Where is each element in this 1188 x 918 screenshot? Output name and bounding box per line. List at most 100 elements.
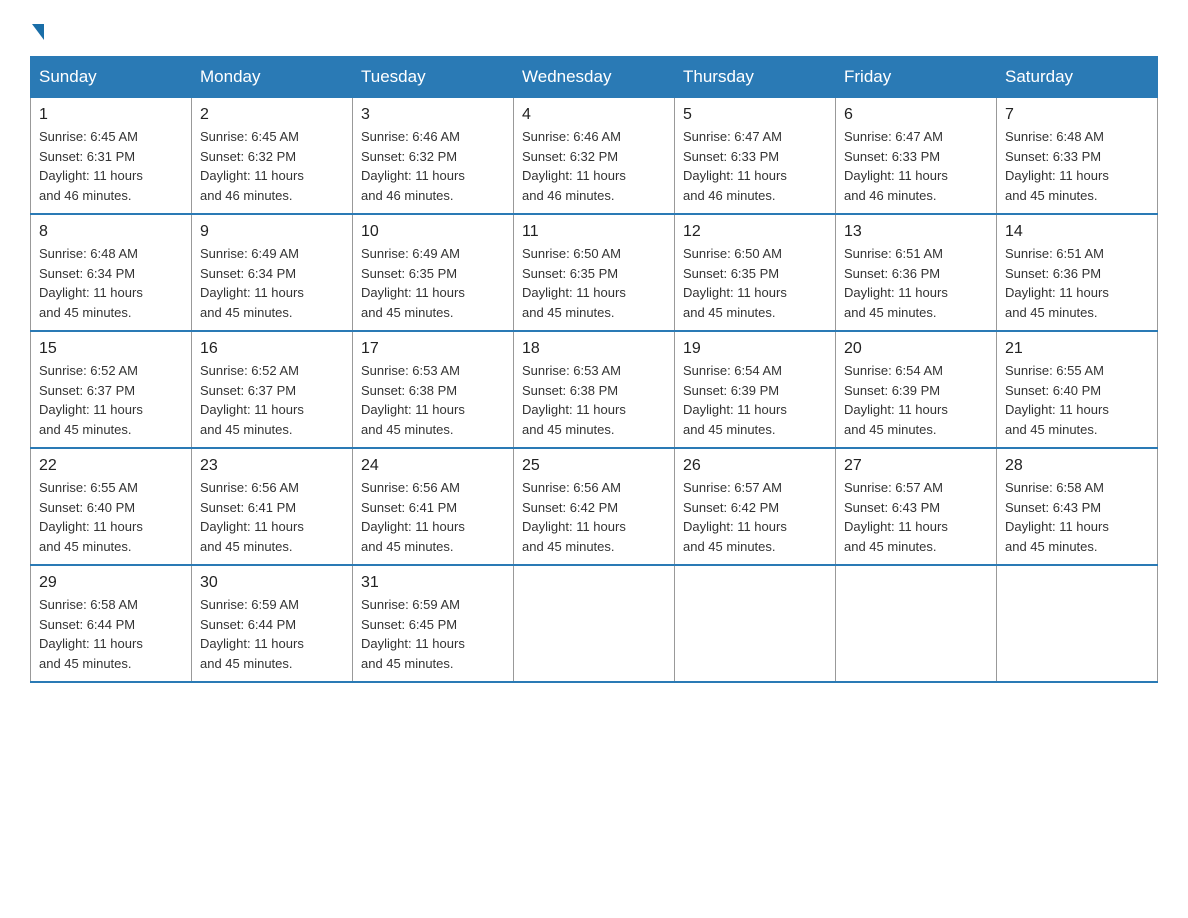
day-info: Sunrise: 6:57 AM Sunset: 6:43 PM Dayligh… bbox=[844, 478, 988, 556]
day-number: 23 bbox=[200, 457, 344, 475]
day-number: 27 bbox=[844, 457, 988, 475]
calendar-cell: 14 Sunrise: 6:51 AM Sunset: 6:36 PM Dayl… bbox=[997, 214, 1158, 331]
day-info: Sunrise: 6:48 AM Sunset: 6:34 PM Dayligh… bbox=[39, 244, 183, 322]
calendar-cell: 1 Sunrise: 6:45 AM Sunset: 6:31 PM Dayli… bbox=[31, 98, 192, 215]
header-tuesday: Tuesday bbox=[353, 57, 514, 98]
calendar-cell: 3 Sunrise: 6:46 AM Sunset: 6:32 PM Dayli… bbox=[353, 98, 514, 215]
calendar-cell: 8 Sunrise: 6:48 AM Sunset: 6:34 PM Dayli… bbox=[31, 214, 192, 331]
calendar-cell: 19 Sunrise: 6:54 AM Sunset: 6:39 PM Dayl… bbox=[675, 331, 836, 448]
calendar-cell: 20 Sunrise: 6:54 AM Sunset: 6:39 PM Dayl… bbox=[836, 331, 997, 448]
calendar-cell: 28 Sunrise: 6:58 AM Sunset: 6:43 PM Dayl… bbox=[997, 448, 1158, 565]
calendar-cell bbox=[836, 565, 997, 682]
day-info: Sunrise: 6:54 AM Sunset: 6:39 PM Dayligh… bbox=[683, 361, 827, 439]
calendar-cell: 30 Sunrise: 6:59 AM Sunset: 6:44 PM Dayl… bbox=[192, 565, 353, 682]
calendar-cell: 13 Sunrise: 6:51 AM Sunset: 6:36 PM Dayl… bbox=[836, 214, 997, 331]
day-info: Sunrise: 6:45 AM Sunset: 6:31 PM Dayligh… bbox=[39, 127, 183, 205]
calendar-cell bbox=[514, 565, 675, 682]
day-info: Sunrise: 6:49 AM Sunset: 6:35 PM Dayligh… bbox=[361, 244, 505, 322]
day-info: Sunrise: 6:46 AM Sunset: 6:32 PM Dayligh… bbox=[522, 127, 666, 205]
day-info: Sunrise: 6:50 AM Sunset: 6:35 PM Dayligh… bbox=[683, 244, 827, 322]
calendar-cell: 27 Sunrise: 6:57 AM Sunset: 6:43 PM Dayl… bbox=[836, 448, 997, 565]
day-info: Sunrise: 6:45 AM Sunset: 6:32 PM Dayligh… bbox=[200, 127, 344, 205]
calendar-cell: 22 Sunrise: 6:55 AM Sunset: 6:40 PM Dayl… bbox=[31, 448, 192, 565]
day-info: Sunrise: 6:57 AM Sunset: 6:42 PM Dayligh… bbox=[683, 478, 827, 556]
day-number: 6 bbox=[844, 106, 988, 124]
day-info: Sunrise: 6:54 AM Sunset: 6:39 PM Dayligh… bbox=[844, 361, 988, 439]
day-number: 1 bbox=[39, 106, 183, 124]
day-info: Sunrise: 6:53 AM Sunset: 6:38 PM Dayligh… bbox=[522, 361, 666, 439]
calendar-cell: 23 Sunrise: 6:56 AM Sunset: 6:41 PM Dayl… bbox=[192, 448, 353, 565]
calendar-cell: 18 Sunrise: 6:53 AM Sunset: 6:38 PM Dayl… bbox=[514, 331, 675, 448]
calendar-cell: 6 Sunrise: 6:47 AM Sunset: 6:33 PM Dayli… bbox=[836, 98, 997, 215]
calendar-cell: 9 Sunrise: 6:49 AM Sunset: 6:34 PM Dayli… bbox=[192, 214, 353, 331]
calendar-cell: 25 Sunrise: 6:56 AM Sunset: 6:42 PM Dayl… bbox=[514, 448, 675, 565]
day-info: Sunrise: 6:59 AM Sunset: 6:45 PM Dayligh… bbox=[361, 595, 505, 673]
day-number: 17 bbox=[361, 340, 505, 358]
day-info: Sunrise: 6:47 AM Sunset: 6:33 PM Dayligh… bbox=[683, 127, 827, 205]
day-number: 11 bbox=[522, 223, 666, 241]
calendar-cell: 12 Sunrise: 6:50 AM Sunset: 6:35 PM Dayl… bbox=[675, 214, 836, 331]
calendar-cell: 7 Sunrise: 6:48 AM Sunset: 6:33 PM Dayli… bbox=[997, 98, 1158, 215]
day-info: Sunrise: 6:47 AM Sunset: 6:33 PM Dayligh… bbox=[844, 127, 988, 205]
day-info: Sunrise: 6:59 AM Sunset: 6:44 PM Dayligh… bbox=[200, 595, 344, 673]
day-number: 24 bbox=[361, 457, 505, 475]
day-number: 19 bbox=[683, 340, 827, 358]
calendar-cell: 31 Sunrise: 6:59 AM Sunset: 6:45 PM Dayl… bbox=[353, 565, 514, 682]
calendar-cell: 24 Sunrise: 6:56 AM Sunset: 6:41 PM Dayl… bbox=[353, 448, 514, 565]
day-number: 20 bbox=[844, 340, 988, 358]
day-number: 18 bbox=[522, 340, 666, 358]
logo-arrow-icon bbox=[32, 24, 44, 40]
day-info: Sunrise: 6:51 AM Sunset: 6:36 PM Dayligh… bbox=[844, 244, 988, 322]
calendar-cell: 16 Sunrise: 6:52 AM Sunset: 6:37 PM Dayl… bbox=[192, 331, 353, 448]
day-info: Sunrise: 6:51 AM Sunset: 6:36 PM Dayligh… bbox=[1005, 244, 1149, 322]
day-info: Sunrise: 6:56 AM Sunset: 6:41 PM Dayligh… bbox=[361, 478, 505, 556]
calendar-cell: 26 Sunrise: 6:57 AM Sunset: 6:42 PM Dayl… bbox=[675, 448, 836, 565]
day-info: Sunrise: 6:55 AM Sunset: 6:40 PM Dayligh… bbox=[39, 478, 183, 556]
day-number: 22 bbox=[39, 457, 183, 475]
calendar-week-row: 29 Sunrise: 6:58 AM Sunset: 6:44 PM Dayl… bbox=[31, 565, 1158, 682]
day-number: 10 bbox=[361, 223, 505, 241]
day-number: 7 bbox=[1005, 106, 1149, 124]
calendar-cell: 4 Sunrise: 6:46 AM Sunset: 6:32 PM Dayli… bbox=[514, 98, 675, 215]
header-friday: Friday bbox=[836, 57, 997, 98]
calendar-cell: 29 Sunrise: 6:58 AM Sunset: 6:44 PM Dayl… bbox=[31, 565, 192, 682]
calendar-week-row: 22 Sunrise: 6:55 AM Sunset: 6:40 PM Dayl… bbox=[31, 448, 1158, 565]
day-number: 16 bbox=[200, 340, 344, 358]
day-number: 2 bbox=[200, 106, 344, 124]
calendar-cell: 15 Sunrise: 6:52 AM Sunset: 6:37 PM Dayl… bbox=[31, 331, 192, 448]
day-number: 5 bbox=[683, 106, 827, 124]
calendar-cell: 2 Sunrise: 6:45 AM Sunset: 6:32 PM Dayli… bbox=[192, 98, 353, 215]
day-number: 9 bbox=[200, 223, 344, 241]
day-number: 25 bbox=[522, 457, 666, 475]
calendar-cell: 17 Sunrise: 6:53 AM Sunset: 6:38 PM Dayl… bbox=[353, 331, 514, 448]
day-number: 15 bbox=[39, 340, 183, 358]
day-info: Sunrise: 6:46 AM Sunset: 6:32 PM Dayligh… bbox=[361, 127, 505, 205]
header-monday: Monday bbox=[192, 57, 353, 98]
calendar-cell: 11 Sunrise: 6:50 AM Sunset: 6:35 PM Dayl… bbox=[514, 214, 675, 331]
day-number: 13 bbox=[844, 223, 988, 241]
day-info: Sunrise: 6:56 AM Sunset: 6:42 PM Dayligh… bbox=[522, 478, 666, 556]
day-number: 30 bbox=[200, 574, 344, 592]
day-info: Sunrise: 6:53 AM Sunset: 6:38 PM Dayligh… bbox=[361, 361, 505, 439]
day-info: Sunrise: 6:58 AM Sunset: 6:44 PM Dayligh… bbox=[39, 595, 183, 673]
day-number: 8 bbox=[39, 223, 183, 241]
day-info: Sunrise: 6:48 AM Sunset: 6:33 PM Dayligh… bbox=[1005, 127, 1149, 205]
day-number: 21 bbox=[1005, 340, 1149, 358]
day-number: 31 bbox=[361, 574, 505, 592]
calendar-week-row: 15 Sunrise: 6:52 AM Sunset: 6:37 PM Dayl… bbox=[31, 331, 1158, 448]
day-info: Sunrise: 6:52 AM Sunset: 6:37 PM Dayligh… bbox=[39, 361, 183, 439]
calendar-table: Sunday Monday Tuesday Wednesday Thursday… bbox=[30, 56, 1158, 683]
day-info: Sunrise: 6:55 AM Sunset: 6:40 PM Dayligh… bbox=[1005, 361, 1149, 439]
day-number: 14 bbox=[1005, 223, 1149, 241]
day-number: 28 bbox=[1005, 457, 1149, 475]
calendar-week-row: 1 Sunrise: 6:45 AM Sunset: 6:31 PM Dayli… bbox=[31, 98, 1158, 215]
day-info: Sunrise: 6:49 AM Sunset: 6:34 PM Dayligh… bbox=[200, 244, 344, 322]
calendar-header-row: Sunday Monday Tuesday Wednesday Thursday… bbox=[31, 57, 1158, 98]
logo bbox=[30, 20, 46, 36]
calendar-cell: 21 Sunrise: 6:55 AM Sunset: 6:40 PM Dayl… bbox=[997, 331, 1158, 448]
day-number: 4 bbox=[522, 106, 666, 124]
day-info: Sunrise: 6:50 AM Sunset: 6:35 PM Dayligh… bbox=[522, 244, 666, 322]
header-thursday: Thursday bbox=[675, 57, 836, 98]
day-number: 3 bbox=[361, 106, 505, 124]
day-info: Sunrise: 6:52 AM Sunset: 6:37 PM Dayligh… bbox=[200, 361, 344, 439]
